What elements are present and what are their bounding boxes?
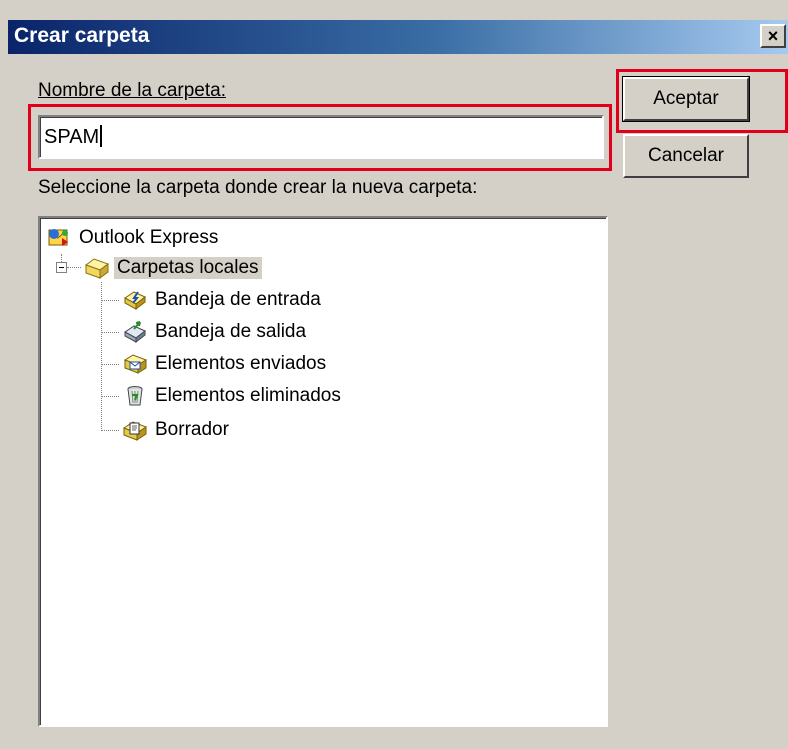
accept-button[interactable]: Aceptar	[622, 76, 750, 122]
text-caret	[100, 125, 103, 147]
cancel-button[interactable]: Cancelar	[623, 134, 749, 178]
drafts-icon	[122, 421, 148, 441]
deleted-items-icon	[127, 386, 143, 406]
tree-item-drafts[interactable]: Borrador	[122, 416, 232, 444]
tree-item-label: Elementos enviados	[155, 353, 327, 374]
close-button[interactable]: ×	[760, 24, 786, 48]
tree-connector	[101, 396, 119, 397]
tree-item-inbox[interactable]: Bandeja de entrada	[122, 286, 324, 314]
tree-connector	[101, 364, 119, 365]
tree-item-outlook-express[interactable]: Outlook Express	[46, 224, 221, 252]
folder-tree[interactable]: Outlook Express Carpetas locales Bandeja…	[38, 216, 608, 727]
outlook-express-icon	[48, 229, 68, 246]
tree-item-label: Bandeja de entrada	[155, 289, 321, 310]
tree-item-deleted-items[interactable]: Elementos eliminados	[122, 382, 344, 410]
tree-connector	[101, 300, 119, 301]
tree-connector	[67, 267, 81, 268]
tree-item-label: Borrador	[155, 419, 229, 440]
local-folders-icon	[84, 258, 110, 279]
collapse-toggle-icon[interactable]	[56, 262, 67, 273]
folder-name-label-text: Nombre de la carpeta:	[38, 80, 226, 101]
outbox-icon	[124, 321, 146, 344]
sent-items-icon	[123, 354, 148, 374]
tree-item-label: Elementos eliminados	[155, 385, 341, 406]
tree-item-label: Bandeja de salida	[155, 321, 307, 342]
tree-item-local-folders[interactable]: Carpetas locales	[84, 254, 262, 282]
tree-connector	[101, 430, 119, 431]
window-title: Crear carpeta	[14, 24, 150, 47]
close-icon: ×	[767, 26, 779, 46]
folder-name-input[interactable]: SPAM	[38, 115, 604, 159]
create-folder-dialog: Crear carpeta × Nombre de la carpeta: SP…	[0, 0, 788, 749]
location-label: Seleccione la carpeta donde crear la nue…	[38, 177, 478, 198]
tree-item-label: Carpetas locales	[114, 257, 262, 279]
title-bar: Crear carpeta ×	[8, 20, 788, 54]
folder-name-value: SPAM	[44, 126, 100, 148]
tree-item-outbox[interactable]: Bandeja de salida	[122, 318, 309, 346]
tree-item-label: Outlook Express	[79, 227, 219, 248]
tree-connector	[101, 282, 102, 431]
folder-name-label: Nombre de la carpeta:	[38, 80, 226, 102]
inbox-icon	[124, 291, 146, 311]
tree-item-sent-items[interactable]: Elementos enviados	[122, 350, 329, 378]
tree-connector	[101, 332, 119, 333]
